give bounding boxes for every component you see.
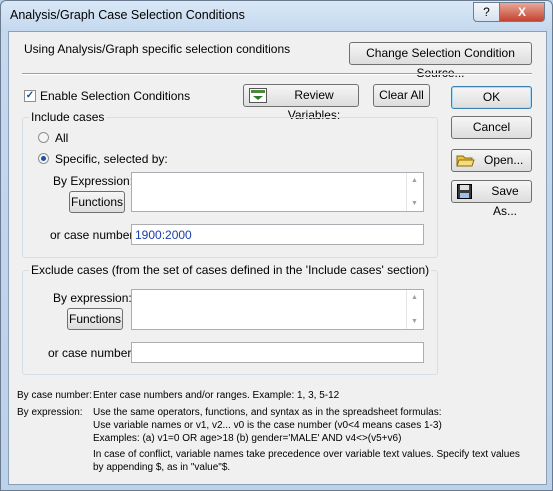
include-case-number-label: or case number:: [50, 228, 137, 242]
exclude-cases-title: Exclude cases (from the set of cases def…: [29, 263, 432, 277]
enable-conditions-checkbox[interactable]: ✓: [24, 90, 36, 102]
top-divider: [22, 73, 532, 75]
include-functions-label: Functions: [70, 195, 124, 209]
help-expression-line-3: Examples: (a) v1=0 OR age>18 (b) gender=…: [93, 433, 402, 444]
exclude-expression-input[interactable]: ▲ ▼: [131, 289, 424, 330]
title-bar[interactable]: Analysis/Graph Case Selection Conditions…: [1, 1, 552, 31]
close-icon: X: [517, 5, 526, 19]
help-icon: ?: [483, 5, 490, 19]
scroll-down-icon[interactable]: ▼: [411, 200, 418, 207]
clear-all-label: Clear All: [379, 88, 424, 102]
help-expression-label: By expression:: [17, 407, 83, 418]
help-case-number-text: Enter case numbers and/or ranges. Exampl…: [93, 390, 340, 401]
dialog-window: Analysis/Graph Case Selection Conditions…: [0, 0, 553, 491]
help-expression-line-1: Use the same operators, functions, and s…: [93, 407, 442, 418]
ok-button[interactable]: OK: [451, 86, 532, 109]
save-as-button[interactable]: Save As...: [451, 180, 532, 218]
help-expression-line-4: In case of conflict, variable names take…: [93, 449, 520, 460]
scroll-up-icon[interactable]: ▲: [411, 177, 418, 184]
cancel-label: Cancel: [472, 120, 511, 134]
scroll-up-icon[interactable]: ▲: [411, 294, 418, 301]
include-expression-scrollbar[interactable]: ▲ ▼: [406, 173, 423, 211]
open-button[interactable]: Open...: [451, 149, 532, 172]
ok-label: OK: [482, 90, 501, 104]
open-label: Open...: [484, 153, 524, 167]
include-specific-radio[interactable]: [38, 153, 49, 164]
scroll-down-icon[interactable]: ▼: [411, 318, 418, 325]
close-button[interactable]: X: [499, 2, 545, 22]
exclude-case-number-label: or case number:: [48, 346, 135, 360]
floppy-disk-icon: [457, 184, 472, 199]
exclude-expression-label: By expression:: [53, 291, 132, 305]
include-all-label: All: [55, 131, 69, 145]
dialog-client-area: Using Analysis/Graph specific selection …: [8, 31, 547, 485]
clear-all-button[interactable]: Clear All: [373, 84, 430, 107]
include-all-radio[interactable]: [38, 132, 49, 143]
exclude-functions-label: Functions: [68, 312, 122, 326]
cancel-button[interactable]: Cancel: [451, 116, 532, 139]
review-variables-button[interactable]: Review Variables:: [243, 84, 359, 122]
change-source-button[interactable]: Change Selection Condition Source...: [349, 42, 532, 80]
folder-open-icon: [456, 155, 475, 167]
save-as-label: Save As...: [491, 184, 519, 218]
help-button[interactable]: ?: [473, 2, 500, 22]
review-variables-icon: [249, 88, 267, 103]
exclude-expression-scrollbar[interactable]: ▲ ▼: [406, 290, 423, 329]
include-case-number-value: 1900:2000: [135, 228, 192, 242]
include-specific-label: Specific, selected by:: [55, 152, 168, 166]
include-cases-title: Include cases: [29, 110, 107, 124]
include-functions-button[interactable]: Functions: [69, 191, 125, 213]
enable-conditions-label: Enable Selection Conditions: [40, 89, 191, 103]
include-expression-input[interactable]: ▲ ▼: [131, 172, 424, 212]
help-expression-line-5: by appending $, as in "value"$.: [93, 462, 231, 473]
exclude-functions-button[interactable]: Functions: [67, 308, 123, 330]
selection-source-text: Using Analysis/Graph specific selection …: [24, 42, 291, 56]
window-title: Analysis/Graph Case Selection Conditions: [10, 8, 245, 22]
include-expression-label: By Expression:: [53, 174, 134, 188]
include-case-number-input[interactable]: 1900:2000: [131, 224, 424, 245]
help-expression-line-2: Use variable names or v1, v2... v0 is th…: [93, 420, 442, 431]
exclude-case-number-input[interactable]: [131, 342, 424, 363]
help-case-number-label: By case number:: [17, 390, 93, 401]
